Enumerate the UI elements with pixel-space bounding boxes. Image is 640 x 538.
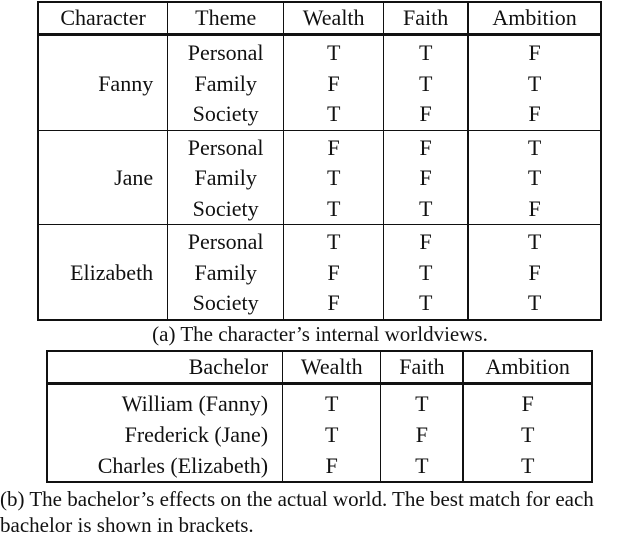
header-wealth: Wealth — [282, 351, 381, 385]
ambition-cell: F — [462, 383, 592, 419]
header-character: Character — [38, 2, 168, 36]
bachelor-effects-table: Bachelor Wealth Faith Ambition William (… — [46, 350, 593, 483]
header-faith: Faith — [383, 2, 469, 36]
header-ambition: Ambition — [467, 2, 601, 36]
ambition-cell: T — [467, 288, 601, 320]
theme-cell: Family — [167, 257, 284, 288]
wealth-cell: T — [282, 419, 381, 450]
table-header-row: Character Theme Wealth Faith Ambition — [38, 2, 601, 36]
ambition-cell: T — [467, 224, 601, 258]
theme-cell: Society — [167, 288, 284, 320]
faith-cell: T — [383, 193, 469, 225]
table-row: Frederick (Jane) T F T — [47, 419, 592, 450]
faith-cell: T — [380, 383, 464, 419]
character-cell: Jane — [38, 130, 168, 225]
header-faith: Faith — [380, 351, 464, 385]
wealth-cell: F — [283, 130, 384, 163]
faith-cell: F — [383, 99, 469, 131]
bachelor-cell: Frederick (Jane) — [124, 422, 269, 447]
faith-cell: F — [383, 163, 469, 194]
ambition-cell: F — [467, 99, 601, 131]
ambition-cell: T — [467, 163, 601, 194]
table-header-row: Bachelor Wealth Faith Ambition — [47, 351, 592, 385]
ambition-cell: F — [467, 257, 601, 288]
ambition-cell: F — [467, 34, 601, 69]
faith-cell: F — [383, 224, 469, 258]
caption-b: (b) The bachelor’s effects on the actual… — [0, 487, 594, 537]
faith-cell: F — [380, 419, 464, 450]
header-bachelor: Bachelor — [47, 351, 283, 385]
table-row: William (Fanny) T T F — [47, 383, 592, 419]
theme-cell: Family — [167, 68, 284, 99]
wealth-cell: T — [283, 193, 384, 225]
character-cell: Elizabeth — [70, 259, 154, 285]
theme-cell: Personal — [167, 224, 284, 258]
header-wealth: Wealth — [283, 2, 384, 36]
theme-cell: Personal — [167, 34, 284, 69]
bachelor-cell: Charles (Elizabeth) — [97, 453, 269, 478]
faith-cell: T — [383, 257, 469, 288]
wealth-cell: F — [283, 288, 384, 320]
caption-a: (a) The character’s internal worldviews. — [152, 322, 488, 346]
ambition-cell: F — [467, 193, 601, 225]
theme-cell: Society — [167, 99, 284, 131]
theme-cell: Personal — [167, 130, 284, 163]
worldviews-table: Character Theme Wealth Faith Ambition Fa… — [37, 1, 602, 321]
wealth-cell: T — [283, 163, 384, 194]
wealth-cell: T — [283, 34, 384, 69]
bachelor-cell: William (Fanny) — [121, 391, 269, 416]
faith-cell: T — [383, 34, 469, 69]
wealth-cell: F — [282, 450, 381, 482]
wealth-cell: T — [283, 99, 384, 131]
header-theme: Theme — [167, 2, 284, 36]
faith-cell: T — [380, 450, 464, 482]
wealth-cell: F — [283, 257, 384, 288]
theme-cell: Family — [167, 163, 284, 194]
faith-cell: T — [383, 288, 469, 320]
wealth-cell: T — [283, 224, 384, 258]
table-row: Elizabeth Personal T F T — [38, 224, 601, 285]
theme-cell: Society — [167, 193, 284, 225]
wealth-cell: T — [282, 383, 381, 419]
header-ambition: Ambition — [462, 351, 592, 385]
ambition-cell: T — [462, 419, 592, 450]
faith-cell: T — [383, 68, 469, 99]
faith-cell: F — [383, 130, 469, 163]
table-row: Fanny Personal T T F — [38, 34, 601, 131]
wealth-cell: F — [283, 68, 384, 99]
ambition-cell: T — [462, 450, 592, 482]
ambition-cell: T — [467, 130, 601, 163]
character-cell: Fanny — [38, 34, 168, 131]
table-row: Jane Personal F F T — [38, 130, 601, 225]
table-row: Charles (Elizabeth) F T T — [47, 450, 592, 482]
ambition-cell: T — [467, 68, 601, 99]
